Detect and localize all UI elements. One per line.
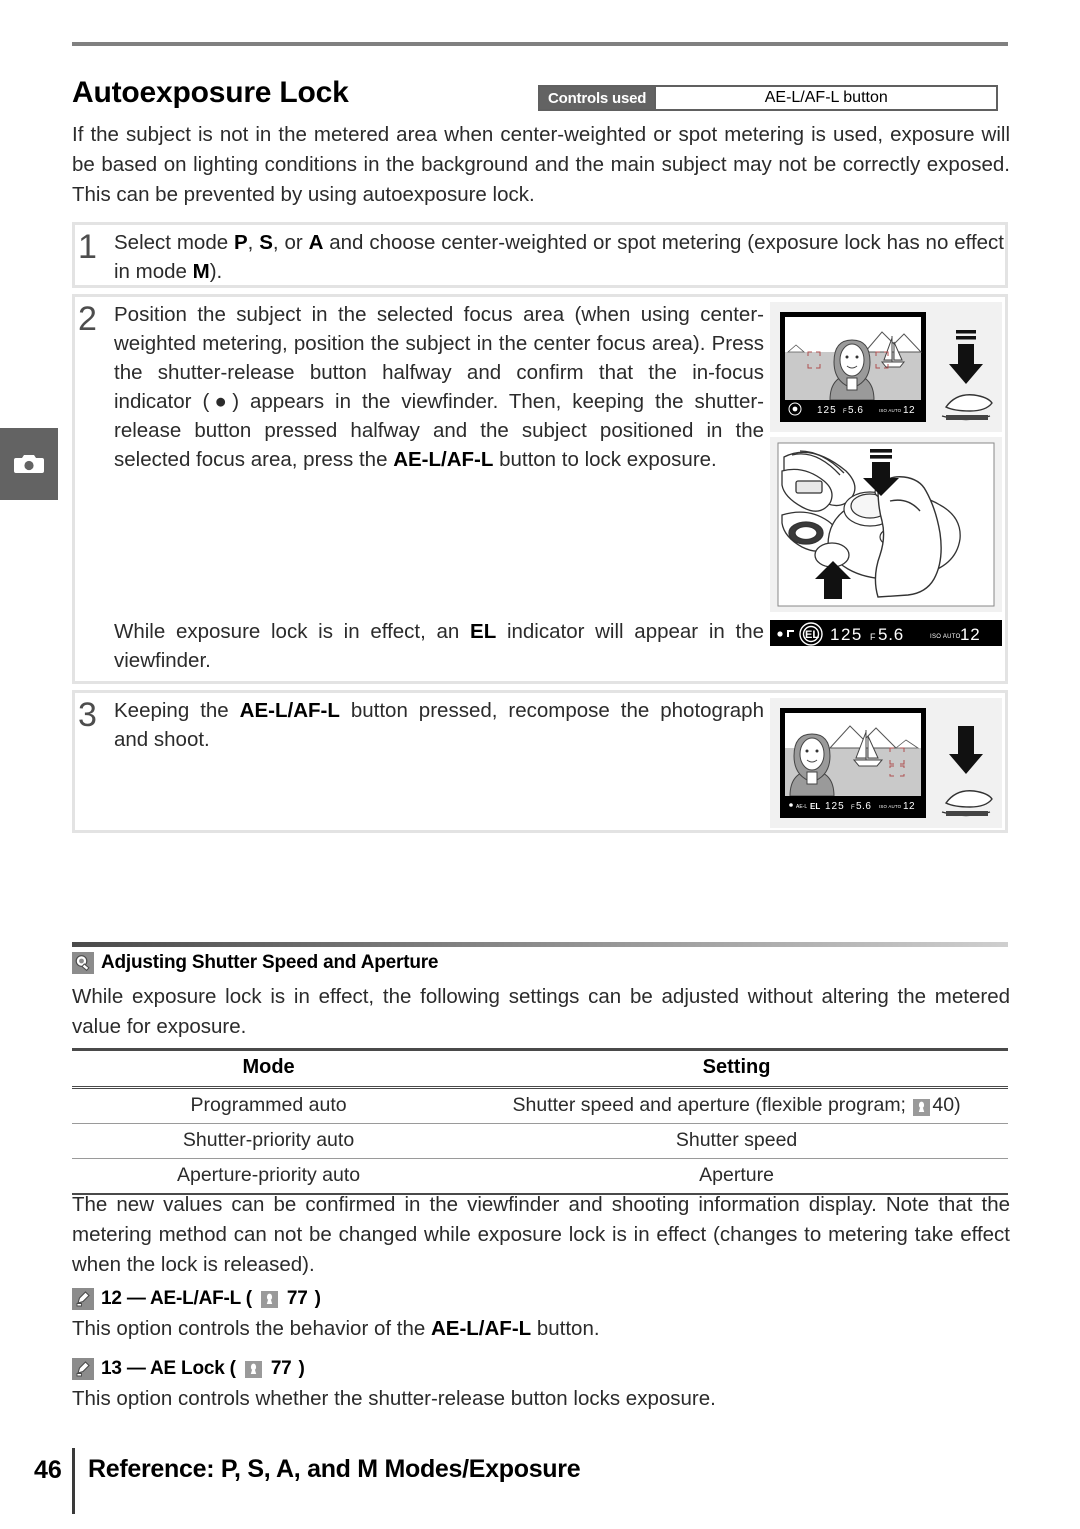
footer-divider	[72, 1448, 75, 1514]
camera-icon	[14, 453, 44, 475]
step-text-2-note: While exposure lock is in effect, an EL …	[114, 620, 765, 672]
step-text-3: Keeping the AE-L/AF-L button pressed, re…	[114, 699, 764, 751]
svg-text:ISO AUTO: ISO AUTO	[930, 634, 961, 640]
step-text-2: Position the subject in the selected foc…	[114, 303, 764, 471]
book-ref-icon	[913, 1099, 931, 1116]
section-tab-camera	[0, 428, 58, 500]
svg-text:F: F	[851, 805, 855, 811]
step-number-3: 3	[78, 696, 97, 734]
tip-heading-label: Adjusting Shutter Speed and Aperture	[101, 952, 439, 973]
svg-text:EL: EL	[810, 802, 820, 811]
svg-text:125: 125	[830, 625, 863, 644]
pencil-icon	[72, 1358, 94, 1380]
svg-text:12: 12	[960, 625, 981, 644]
controls-used-label: Controls used	[540, 87, 655, 109]
table-cell-setting: Shutter speed	[465, 1123, 1008, 1159]
svg-text:12: 12	[903, 801, 915, 812]
pencil-icon	[72, 1288, 94, 1310]
step-text-1: Select mode P, S, or A and choose center…	[114, 231, 1004, 283]
tip-section-rule	[72, 942, 1008, 947]
table-header-setting: Setting	[465, 1048, 1008, 1089]
figure-viewfinder-centered: 125 F 5.6 ISO AUTO 12	[770, 302, 1002, 432]
svg-text:12: 12	[903, 405, 915, 416]
svg-text:5.6: 5.6	[856, 801, 871, 812]
svg-text:125: 125	[825, 801, 845, 812]
controls-used-badge: Controls used AE-L/AF-L button	[538, 85, 999, 111]
settings-table: Mode Setting Programmed auto Shutter spee…	[72, 1048, 1008, 1195]
tip-heading: Adjusting Shutter Speed and Aperture	[72, 952, 438, 974]
table-body: Programmed auto Shutter speed and apertur…	[72, 1087, 1008, 1195]
figure-viewfinder-el-strip: EL 125 F 5.6 ISO AUTO 12	[770, 616, 1002, 652]
figure-viewfinder-recomposed: AE-L EL 125 F 5.6 ISO AUTO 12	[770, 698, 1002, 828]
table-cell-mode: Aperture-priority auto	[72, 1158, 466, 1195]
manual-page: Autoexposure Lock Controls used AE-L/AF-…	[0, 0, 1080, 1529]
custom-setting-13-body: This option controls whether the shutter…	[72, 1387, 716, 1410]
table-cell-setting: Aperture	[465, 1158, 1008, 1195]
custom-setting-12-heading: 12 — AE-L/AF-L ( 77 )	[72, 1288, 321, 1310]
intro-paragraph: If the subject is not in the metered are…	[72, 123, 1010, 206]
svg-text:ISO AUTO: ISO AUTO	[879, 804, 902, 809]
svg-text:ISO AUTO: ISO AUTO	[879, 408, 902, 413]
controls-used-value: AE-L/AF-L button	[654, 87, 997, 109]
step-number-2: 2	[78, 300, 97, 338]
page-number: 46	[34, 1456, 62, 1484]
custom-setting-13-ref: 77	[270, 1358, 292, 1379]
svg-text:AE-L: AE-L	[796, 804, 807, 810]
table-row: Programmed auto Shutter speed and apertur…	[72, 1087, 1008, 1124]
custom-setting-12-ref: 77	[286, 1288, 308, 1309]
table-header-mode: Mode	[72, 1048, 466, 1089]
custom-setting-13-pre: 13 — AE Lock (	[101, 1358, 236, 1379]
custom-setting-12-post: )	[314, 1288, 321, 1309]
figure-camera-top	[770, 437, 1002, 612]
svg-text:F: F	[870, 632, 876, 642]
book-ref-icon	[244, 1360, 262, 1378]
svg-text:F: F	[843, 409, 847, 415]
svg-text:125: 125	[817, 405, 837, 416]
table-row: Aperture-priority auto Aperture	[72, 1158, 1008, 1195]
custom-setting-13-post: )	[298, 1358, 305, 1379]
after-table-paragraph: The new values can be confirmed in the v…	[72, 1193, 1010, 1276]
table-row: Shutter-priority auto Shutter speed	[72, 1123, 1008, 1159]
page-title: Autoexposure Lock	[72, 76, 349, 109]
custom-setting-12-pre: 12 — AE-L/AF-L (	[101, 1288, 252, 1309]
footer-title: Reference: P, S, A, and M Modes/Exposure	[88, 1455, 581, 1483]
book-ref-icon	[260, 1290, 278, 1308]
magnifier-icon	[72, 952, 94, 974]
table-cell-mode: Shutter-priority auto	[72, 1123, 466, 1159]
custom-setting-12-body: This option controls the behavior of the…	[72, 1317, 600, 1340]
svg-text:EL: EL	[805, 629, 819, 641]
table-header-row: Mode Setting	[72, 1048, 1008, 1089]
svg-text:5.6: 5.6	[878, 625, 904, 644]
svg-text:5.6: 5.6	[848, 405, 863, 416]
step-number-1: 1	[78, 228, 97, 266]
table-cell-setting: Shutter speed and aperture (flexible pro…	[465, 1087, 1008, 1124]
custom-setting-13-heading: 13 — AE Lock ( 77 )	[72, 1358, 305, 1380]
table-cell-mode: Programmed auto	[72, 1087, 466, 1124]
header-rule	[72, 42, 1008, 46]
tip-body: While exposure lock is in effect, the fo…	[72, 985, 1010, 1038]
